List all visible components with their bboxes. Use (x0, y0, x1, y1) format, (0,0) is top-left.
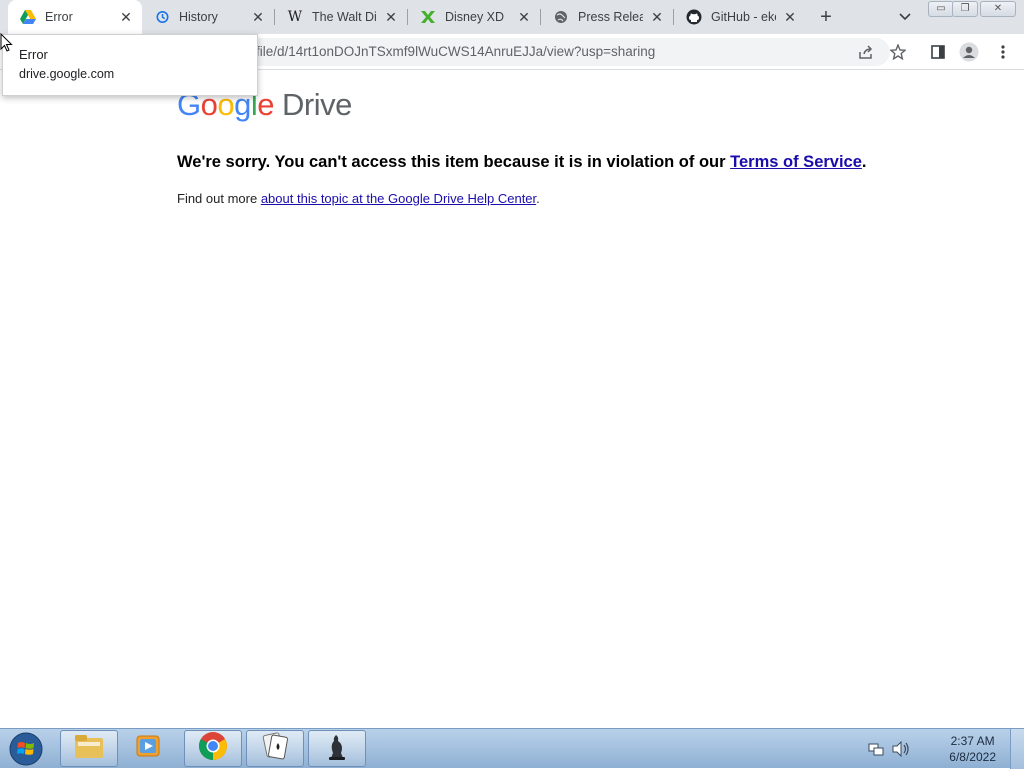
close-window-button[interactable]: ✕ (980, 1, 1016, 17)
close-tab-icon[interactable]: ✕ (118, 9, 134, 25)
chrome-icon (198, 731, 228, 766)
close-tab-icon[interactable]: ✕ (250, 9, 266, 25)
windows-taskbar: 2:37 AM 6/8/2022 (0, 728, 1024, 769)
tab-press-releases[interactable]: Press Releas ✕ (541, 0, 673, 34)
profile-avatar-icon[interactable] (959, 42, 979, 62)
close-tab-icon[interactable]: ✕ (383, 9, 399, 25)
disney-xd-icon (420, 9, 436, 25)
close-tab-icon[interactable]: ✕ (782, 9, 798, 25)
tab-disney-xd[interactable]: Disney XD ✕ (408, 0, 540, 34)
tab-walt-disney[interactable]: W The Walt Dis ✕ (275, 0, 407, 34)
solitaire-icon (261, 731, 289, 766)
help-center-link[interactable]: about this topic at the Google Drive Hel… (261, 191, 536, 206)
tab-github[interactable]: GitHub - eke ✕ (674, 0, 806, 34)
taskbar-media-player[interactable] (122, 730, 174, 767)
page-content: Google Drive We're sorry. You can't acces… (0, 71, 1024, 728)
tab-title: The Walt Dis (312, 10, 377, 24)
google-drive-icon (20, 9, 36, 25)
mouse-cursor-icon (0, 32, 14, 58)
system-tray: 2:37 AM 6/8/2022 (854, 729, 1024, 769)
chess-icon (324, 731, 350, 766)
logo-product-name: Drive (282, 87, 352, 122)
tab-history[interactable]: History ✕ (142, 0, 274, 34)
minimize-button[interactable]: ▭ (928, 1, 954, 17)
tab-title: Disney XD (445, 10, 505, 24)
tab-title: History (179, 10, 218, 24)
tab-error[interactable]: Error ✕ (8, 0, 142, 34)
address-url[interactable]: file/d/14rt1onDOJnTSxmf9lWuCWS14AnruEJJa… (256, 44, 655, 59)
volume-icon[interactable] (892, 740, 910, 762)
media-player-icon (134, 732, 162, 765)
tab-search-chevron-icon[interactable] (893, 5, 917, 29)
network-icon[interactable] (868, 741, 884, 762)
taskbar-file-explorer[interactable] (60, 730, 118, 767)
start-button[interactable] (6, 730, 46, 768)
wikipedia-icon: W (287, 9, 303, 25)
taskbar-chess[interactable] (308, 730, 366, 767)
github-icon (686, 9, 702, 25)
browser-window: Error ✕ History ✕ W The Walt Dis ✕ Disne… (0, 0, 1024, 728)
hover-card-title: Error (19, 47, 48, 62)
terms-of-service-link[interactable]: Terms of Service (730, 153, 862, 171)
clock[interactable]: 2:37 AM 6/8/2022 (949, 733, 996, 765)
file-explorer-icon (73, 732, 105, 765)
taskbar-chrome[interactable] (184, 730, 242, 767)
more-menu-icon[interactable] (993, 42, 1013, 62)
close-tab-icon[interactable]: ✕ (649, 9, 665, 25)
address-bar[interactable]: file/d/14rt1onDOJnTSxmf9lWuCWS14AnruEJJa… (160, 38, 890, 66)
clock-time: 2:37 AM (950, 734, 995, 748)
clock-date: 6/8/2022 (949, 750, 996, 764)
side-panel-icon[interactable] (928, 42, 948, 62)
show-desktop-button[interactable] (1010, 729, 1024, 769)
new-tab-button[interactable]: + (814, 5, 838, 29)
tab-title: GitHub - eke (711, 10, 776, 24)
globe-icon (553, 9, 569, 25)
tab-strip: Error ✕ History ✕ W The Walt Dis ✕ Disne… (0, 0, 1024, 34)
share-icon[interactable] (856, 42, 876, 62)
restore-button[interactable]: ❐ (952, 1, 978, 17)
close-tab-icon[interactable]: ✕ (516, 9, 532, 25)
tab-title: Press Releas (578, 10, 643, 24)
history-icon (154, 9, 170, 25)
help-info-text: Find out more about this topic at the Go… (177, 191, 540, 206)
taskbar-solitaire[interactable] (246, 730, 304, 767)
bookmark-star-icon[interactable] (888, 42, 908, 62)
tab-title: Error (45, 10, 73, 24)
error-message: We're sorry. You can't access this item … (177, 153, 867, 171)
tab-hover-card: Error drive.google.com (2, 34, 258, 96)
hover-card-url: drive.google.com (19, 67, 115, 81)
